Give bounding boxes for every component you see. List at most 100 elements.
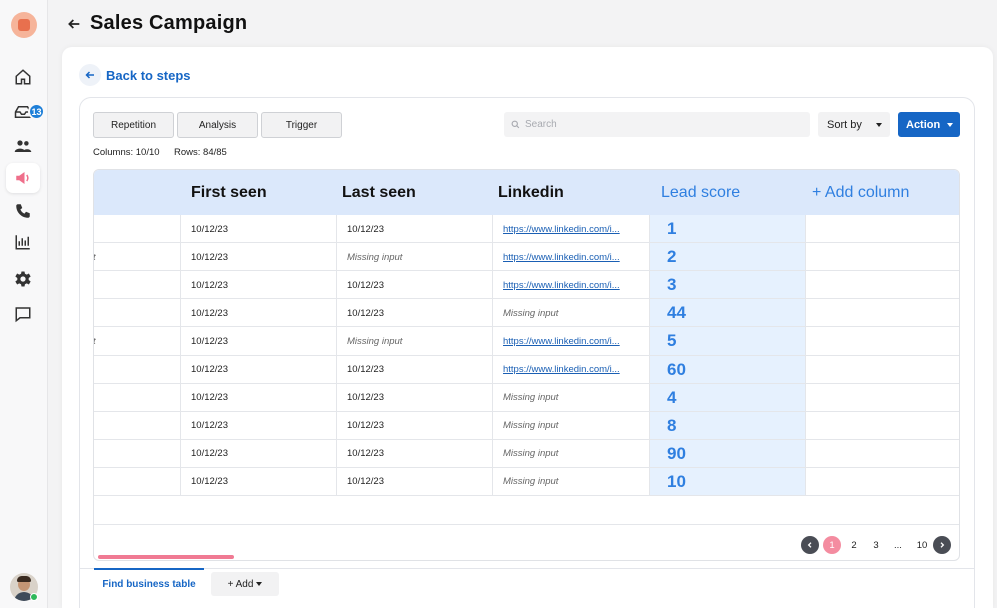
- first-seen-cell: 10/12/23: [191, 307, 228, 319]
- lead-score-cell: 8: [667, 415, 677, 435]
- lead-score-cell: 5: [667, 331, 677, 351]
- pagination-page-2[interactable]: 2: [846, 536, 862, 554]
- table-row[interactable]: 10/12/23 10/12/23 Missing input 90: [94, 440, 959, 468]
- tab-trigger[interactable]: Trigger: [261, 112, 342, 138]
- column-header-linkedin[interactable]: Linkedin: [487, 170, 564, 215]
- sidebar-item-contacts[interactable]: [6, 131, 40, 161]
- first-seen-cell: 10/12/23: [191, 223, 228, 235]
- last-seen-cell: 10/12/23: [347, 448, 384, 460]
- last-seen-cell: Missing input: [347, 251, 403, 263]
- last-seen-cell: Missing input: [347, 335, 403, 347]
- pagination-next-button[interactable]: [933, 536, 951, 554]
- last-seen-cell: 10/12/23: [347, 223, 384, 235]
- sidebar-item-analytics[interactable]: [6, 227, 40, 257]
- chevron-right-icon: [940, 542, 945, 548]
- data-table: First seen Last seen Linkedin Lead score…: [93, 169, 960, 561]
- users-icon: [14, 140, 32, 152]
- last-seen-cell: 10/12/23: [347, 364, 384, 375]
- column-divider: [805, 215, 806, 496]
- last-seen-cell: 10/12/23: [347, 307, 384, 319]
- sidebar-item-inbox[interactable]: 13: [6, 97, 45, 127]
- sidebar-item-calls[interactable]: [6, 196, 40, 226]
- megaphone-icon: [16, 172, 29, 184]
- column-header-first-seen[interactable]: First seen: [180, 170, 267, 215]
- sort-by-label: Sort by: [827, 118, 862, 131]
- add-column-button[interactable]: + Add column: [801, 170, 909, 215]
- notification-badge: 13: [28, 103, 45, 120]
- sidebar-item-messages[interactable]: [6, 299, 40, 329]
- sort-by-dropdown[interactable]: Sort by: [818, 112, 890, 137]
- action-label: Action: [906, 118, 941, 131]
- clipped-cell: t: [93, 251, 96, 263]
- table-row[interactable]: 10/12/23 10/12/23 https://www.linkedin.com…: [94, 215, 959, 244]
- last-seen-cell: 10/12/23: [347, 420, 384, 432]
- home-icon: [15, 69, 31, 85]
- last-seen-cell: 10/12/23: [347, 279, 384, 291]
- clipped-cell: t: [93, 335, 96, 347]
- last-seen-cell: 10/12/23: [347, 392, 384, 404]
- first-seen-cell: 10/12/23: [191, 476, 228, 488]
- linkedin-cell: Missing input: [503, 420, 559, 432]
- gear-icon: [15, 271, 31, 287]
- first-seen-cell: 10/12/23: [191, 335, 228, 347]
- phone-icon: [16, 204, 30, 218]
- back-arrow-icon[interactable]: [66, 16, 82, 32]
- pagination-ellipsis: ...: [894, 539, 902, 551]
- tab-analysis[interactable]: Analysis: [177, 112, 258, 138]
- linkedin-link[interactable]: https://www.linkedin.com/i...: [492, 356, 649, 384]
- caret-down-icon: [876, 123, 882, 127]
- pagination-page-3[interactable]: 3: [868, 536, 884, 554]
- columns-info: Columns: 10/10: [93, 147, 160, 158]
- tab-find-business-table[interactable]: Find business table: [94, 568, 204, 598]
- lead-score-cell: 3: [667, 275, 677, 295]
- first-seen-cell: 10/12/23: [191, 420, 228, 432]
- sidebar-item-home[interactable]: [6, 62, 40, 92]
- avatar-hair: [17, 576, 31, 582]
- horizontal-scrollbar[interactable]: [98, 555, 234, 559]
- chevron-left-icon: [807, 542, 812, 548]
- tab-repetition[interactable]: Repetition: [93, 112, 174, 138]
- sidebar-item-settings[interactable]: [6, 264, 40, 294]
- table-header: First seen Last seen Linkedin Lead score…: [94, 170, 959, 215]
- first-seen-cell: 10/12/23: [191, 392, 228, 404]
- table-row[interactable]: 10/12/23 10/12/23 https://www.linkedin.com…: [94, 271, 959, 300]
- caret-down-icon: [256, 582, 263, 586]
- table-row[interactable]: 10/12/23 10/12/23 https://www.linkedin.com…: [94, 356, 959, 384]
- logo-mark: [18, 19, 30, 31]
- page-title: Sales Campaign: [90, 12, 248, 34]
- linkedin-link[interactable]: https://www.linkedin.com/i...: [492, 243, 649, 271]
- lead-score-cell: 2: [667, 247, 677, 267]
- back-to-steps-button[interactable]: [79, 64, 101, 86]
- empty-table-row: [94, 496, 959, 525]
- column-header-lead-score[interactable]: Lead score: [650, 170, 740, 215]
- back-to-steps-link[interactable]: Back to steps: [106, 68, 191, 83]
- first-seen-cell: 10/12/23: [191, 251, 228, 263]
- first-seen-cell: 10/12/23: [191, 364, 228, 375]
- lead-score-cell: 1: [667, 219, 677, 238]
- arrow-left-icon: [85, 71, 94, 79]
- add-tab-button[interactable]: + Add: [211, 572, 279, 596]
- action-button[interactable]: Action: [898, 112, 960, 137]
- table-row[interactable]: 10/12/23 10/12/23 Missing input 10: [94, 468, 959, 497]
- search-input[interactable]: Search: [504, 112, 810, 137]
- column-divider: [649, 215, 650, 496]
- chat-icon: [15, 307, 31, 323]
- table-row[interactable]: t 10/12/23 Missing input https://www.linked…: [93, 327, 959, 356]
- column-header-last-seen[interactable]: Last seen: [331, 170, 416, 215]
- search-icon: [511, 120, 520, 129]
- linkedin-link[interactable]: https://www.linkedin.com/i...: [492, 271, 649, 299]
- linkedin-link[interactable]: https://www.linkedin.com/i...: [492, 327, 649, 355]
- linkedin-cell: Missing input: [503, 307, 559, 319]
- bar-chart-icon: [15, 235, 30, 250]
- table-row[interactable]: 10/12/23 10/12/23 Missing input 8: [94, 412, 959, 440]
- table-row[interactable]: t 10/12/23 Missing input https://www.linked…: [93, 243, 959, 272]
- app-logo[interactable]: [11, 12, 37, 38]
- linkedin-link[interactable]: https://www.linkedin.com/i...: [492, 215, 649, 243]
- pagination-page-1[interactable]: 1: [823, 536, 841, 554]
- pagination-page-10[interactable]: 10: [912, 536, 932, 554]
- table-row[interactable]: 10/12/23 10/12/23 Missing input 44: [94, 299, 959, 328]
- sidebar-item-campaigns[interactable]: [6, 163, 40, 193]
- lead-score-cell: 90: [667, 443, 686, 463]
- pagination-prev-button[interactable]: [801, 536, 819, 554]
- table-row[interactable]: 10/12/23 10/12/23 Missing input 4: [94, 384, 959, 412]
